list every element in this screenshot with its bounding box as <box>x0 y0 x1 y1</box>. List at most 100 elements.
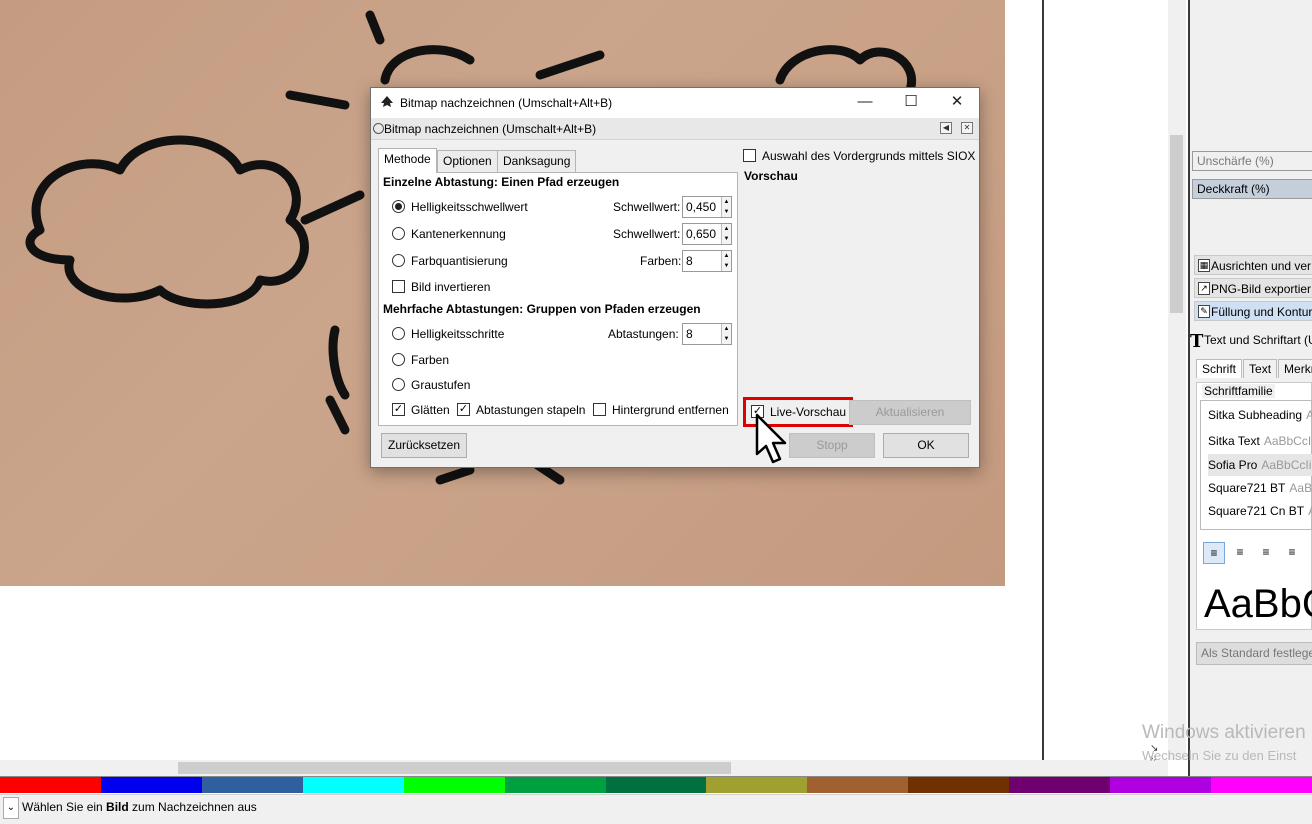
panel-iconify-icon[interactable]: ◀ <box>940 122 952 134</box>
edge-threshold-spinner[interactable]: 0,650 ▲ ▼ <box>682 223 732 245</box>
align-justify-icon[interactable]: ≡ <box>1283 542 1301 564</box>
font-name: Sitka Text <box>1208 434 1260 448</box>
brightness-threshold-spinner[interactable]: 0,450 ▲ ▼ <box>682 196 732 218</box>
radio-color-quantization[interactable] <box>392 254 405 267</box>
threshold-label: Schwellwert: <box>613 200 681 214</box>
radio-brightness-cutoff[interactable] <box>392 200 405 213</box>
status-message: Wählen Sie ein Bild zum Nachzeichnen aus <box>22 800 257 814</box>
color-swatch[interactable] <box>605 777 707 793</box>
color-swatch[interactable] <box>1110 777 1212 793</box>
align-panel-label: Ausrichten und ver <box>1211 259 1312 273</box>
font-sample: Aa <box>1308 504 1312 518</box>
fill-stroke-panel-tab[interactable]: ✎ Füllung und Kontur <box>1194 301 1312 321</box>
threshold-label: Schwellwert: <box>613 227 681 241</box>
horizontal-scrollbar-thumb[interactable] <box>178 762 731 774</box>
dialog-panel-title: Bitmap nachzeichnen (Umschalt+Alt+B) <box>384 122 597 136</box>
edge-detection-label: Kantenerkennung <box>411 227 506 241</box>
remove-background-checkbox[interactable] <box>593 403 606 416</box>
scans-label: Abtastungen: <box>608 327 679 341</box>
color-quantization-label: Farbquantisierung <box>411 254 508 268</box>
stack-scans-checkbox[interactable]: ✓ <box>457 403 470 416</box>
brightness-cutoff-label: Helligkeitsschwellwert <box>411 200 528 214</box>
tab-text[interactable]: Text <box>1243 359 1278 378</box>
invert-image-label: Bild invertieren <box>411 280 491 294</box>
status-text-bold: Bild <box>106 800 129 814</box>
export-icon: ↗ <box>1198 282 1210 295</box>
color-swatch[interactable] <box>504 777 606 793</box>
blur-field[interactable]: Unschärfe (%) <box>1192 151 1312 171</box>
font-family-label: Schriftfamilie <box>1202 384 1275 398</box>
color-swatch[interactable] <box>403 777 505 793</box>
color-swatch[interactable] <box>706 777 808 793</box>
spinner-value: 8 <box>686 327 693 341</box>
preview-area <box>744 188 970 396</box>
maximize-icon[interactable]: ☐ <box>888 88 934 116</box>
font-item-selected[interactable]: Sofia Pro AaBbCcIi <box>1208 454 1312 476</box>
siox-checkbox[interactable] <box>743 149 756 162</box>
invert-image-checkbox[interactable] <box>392 280 405 293</box>
tab-options[interactable]: Optionen <box>437 150 498 172</box>
mouse-pointer-icon <box>755 413 787 464</box>
spinner-arrows-icon[interactable]: ▲ ▼ <box>721 324 731 344</box>
radio-grays[interactable] <box>392 378 405 391</box>
color-swatch[interactable] <box>201 777 303 793</box>
ok-button[interactable]: OK <box>883 433 969 458</box>
set-default-button[interactable]: Als Standard festleger <box>1196 642 1312 665</box>
tab-credits[interactable]: Danksagung <box>497 150 577 172</box>
reset-button[interactable]: Zurücksetzen <box>381 433 467 458</box>
status-text-prefix: Wählen Sie ein <box>22 800 107 814</box>
align-center-icon[interactable]: ≡ <box>1231 542 1249 564</box>
chevron-down-icon[interactable]: ⌄ <box>3 797 19 819</box>
color-swatch[interactable] <box>100 777 202 793</box>
font-item[interactable]: Square721 Cn BTAa <box>1208 500 1312 522</box>
spinner-value: 8 <box>686 254 693 268</box>
vertical-scrollbar[interactable] <box>1168 0 1186 760</box>
font-name: Square721 BT <box>1208 481 1286 495</box>
dialog-window-title: Bitmap nachzeichnen (Umschalt+Alt+B) <box>400 96 613 110</box>
font-item[interactable]: Sitka Subheading A <box>1208 404 1312 426</box>
radio-colors[interactable] <box>392 353 405 366</box>
activation-watermark-title: Windows aktivieren <box>1142 722 1306 743</box>
colors-option-label: Farben <box>411 353 450 367</box>
panel-close-icon[interactable]: ✕ <box>961 122 973 134</box>
tab-font[interactable]: Schrift <box>1196 359 1243 378</box>
tab-features[interactable]: Merkm <box>1278 359 1312 378</box>
opacity-field[interactable]: Deckkraft (%) <box>1192 179 1312 199</box>
color-swatch[interactable] <box>1009 777 1111 793</box>
color-swatch[interactable] <box>0 777 101 793</box>
trace-icon <box>373 123 384 134</box>
smooth-label: Glätten <box>411 403 450 417</box>
stop-button[interactable]: Stopp <box>789 433 875 458</box>
update-button[interactable]: Aktualisieren <box>849 400 971 425</box>
font-item[interactable]: Square721 BTAaBb <box>1208 477 1312 499</box>
png-export-panel-tab[interactable]: ↗ PNG-Bild exportier <box>1194 278 1312 298</box>
color-palette[interactable] <box>0 776 1312 793</box>
page-border <box>1042 0 1044 760</box>
color-swatch[interactable] <box>302 777 404 793</box>
tab-method[interactable]: Methode <box>378 148 437 173</box>
align-left-icon[interactable]: ≡ <box>1203 542 1225 564</box>
close-icon[interactable]: ✕ <box>934 88 980 116</box>
align-right-icon[interactable]: ≡ <box>1257 542 1275 564</box>
colors-spinner[interactable]: 8 ▲ ▼ <box>682 250 732 272</box>
spinner-arrows-icon[interactable]: ▲ ▼ <box>721 224 731 244</box>
spinner-arrows-icon[interactable]: ▲ ▼ <box>721 251 731 271</box>
smooth-checkbox[interactable]: ✓ <box>392 403 405 416</box>
text-panel-tabs: SchriftTextMerkm <box>1196 359 1312 378</box>
brightness-steps-label: Helligkeitsschritte <box>411 327 505 341</box>
font-sample: AaBb <box>1289 481 1312 495</box>
color-swatch[interactable] <box>807 777 909 793</box>
radio-edge-detection[interactable] <box>392 227 405 240</box>
spinner-arrows-icon[interactable]: ▲ ▼ <box>721 197 731 217</box>
minimize-icon[interactable]: — <box>842 88 888 116</box>
color-swatch[interactable] <box>908 777 1010 793</box>
radio-brightness-steps[interactable] <box>392 327 405 340</box>
grays-label: Graustufen <box>411 378 471 392</box>
spinner-value: 0,650 <box>686 227 717 241</box>
align-panel-tab[interactable]: ▦ Ausrichten und ver <box>1194 255 1312 275</box>
color-swatch[interactable] <box>1211 777 1312 793</box>
spinner-value: 0,450 <box>686 200 717 214</box>
font-item[interactable]: Sitka Text AaBbCcI <box>1208 430 1312 452</box>
vertical-scrollbar-thumb[interactable] <box>1170 135 1183 313</box>
scans-spinner[interactable]: 8 ▲ ▼ <box>682 323 732 345</box>
